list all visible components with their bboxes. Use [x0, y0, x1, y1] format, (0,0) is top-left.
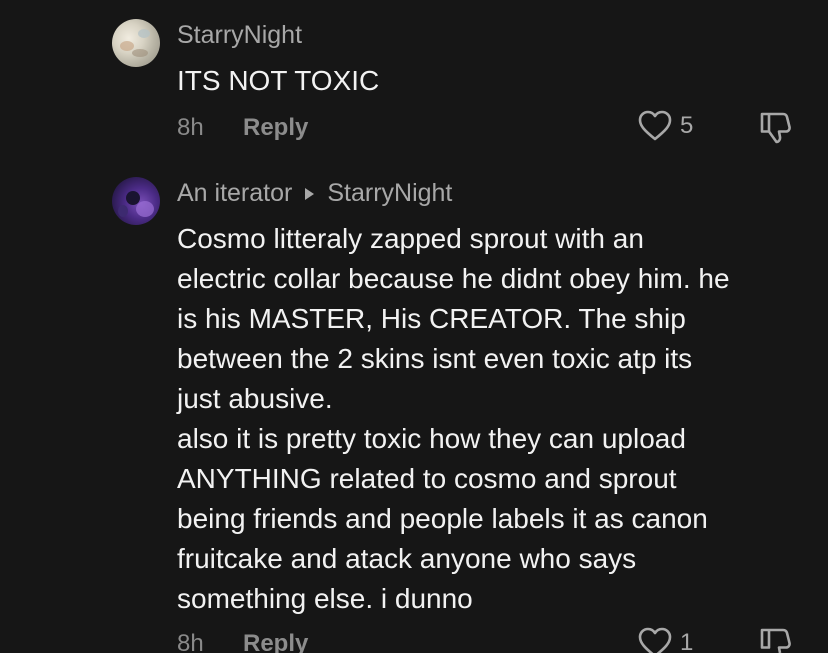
- comment-text: Cosmo litteraly zapped sprout with an el…: [177, 223, 730, 614]
- like-count: 5: [680, 112, 694, 139]
- comment-meta: 8h Reply: [177, 630, 308, 653]
- dislike-button[interactable]: [758, 627, 794, 653]
- heart-outline-icon: [638, 627, 672, 653]
- thumbs-down-outline-icon: [760, 628, 791, 653]
- avatar[interactable]: [112, 177, 160, 225]
- reply-to-username[interactable]: StarryNight: [327, 179, 452, 208]
- comment-time: 8h: [177, 630, 204, 653]
- thumbs-down-outline-icon: [760, 112, 791, 144]
- like-count: 1: [680, 629, 694, 653]
- reply-button[interactable]: Reply: [243, 114, 308, 142]
- username[interactable]: StarryNight: [177, 21, 302, 50]
- caret-right-icon: [305, 187, 315, 200]
- like-button[interactable]: 5: [638, 110, 693, 142]
- avatar[interactable]: [112, 19, 160, 67]
- comment-time: 8h: [177, 114, 204, 141]
- heart-outline-icon: [638, 110, 672, 141]
- comment-author[interactable]: StarryNight: [177, 21, 302, 50]
- comment-meta: 8h Reply: [177, 114, 308, 142]
- dislike-button[interactable]: [758, 111, 794, 150]
- comments-thread: StarryNight ITS NOT TOXIC 8h Reply 5 An …: [0, 0, 828, 653]
- comment-author: An iterator StarryNight: [177, 179, 452, 208]
- reply-button[interactable]: Reply: [243, 630, 308, 653]
- comment-text: ITS NOT TOXIC: [177, 65, 380, 96]
- like-button[interactable]: 1: [638, 627, 693, 653]
- username[interactable]: An iterator: [177, 179, 292, 208]
